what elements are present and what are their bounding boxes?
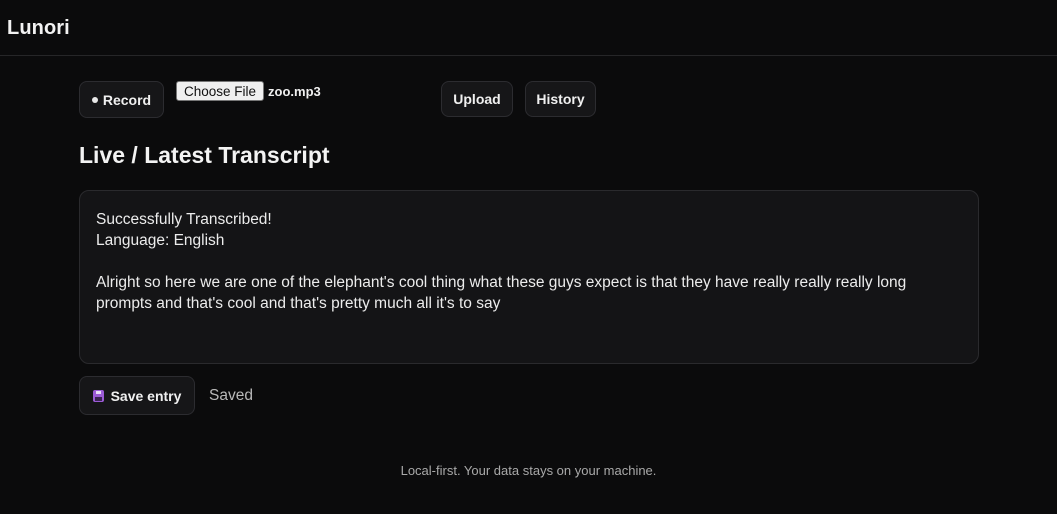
transcript-heading: Live / Latest Transcript bbox=[79, 142, 330, 168]
file-input[interactable]: Choose File zoo.mp3 bbox=[176, 81, 321, 101]
save-entry-label: Save entry bbox=[110, 387, 182, 404]
record-dot-icon bbox=[91, 97, 98, 103]
transcript-text: Alright so here we are one of the elepha… bbox=[96, 274, 907, 312]
transcript-panel[interactable]: Successfully Transcribed! Language: Engl… bbox=[79, 190, 979, 364]
top-bar: Lunori bbox=[0, 0, 1057, 56]
floppy-disk-icon bbox=[92, 389, 104, 402]
save-entry-button[interactable]: Save entry bbox=[79, 376, 195, 415]
transcript-status: Successfully Transcribed! bbox=[96, 211, 272, 228]
footer-note: Local-first. Your data stays on your mac… bbox=[400, 463, 657, 478]
record-button-label: Record bbox=[102, 91, 152, 108]
choose-file-button[interactable]: Choose File bbox=[176, 81, 265, 101]
transcript-language: Language: English bbox=[96, 232, 225, 249]
history-button[interactable]: History bbox=[525, 81, 596, 117]
save-status-text: Saved bbox=[209, 387, 253, 404]
selected-file-name: zoo.mp3 bbox=[268, 83, 321, 99]
upload-button[interactable]: Upload bbox=[441, 81, 513, 117]
record-button[interactable]: Record bbox=[79, 81, 164, 118]
app-title: Lunori bbox=[7, 17, 70, 39]
